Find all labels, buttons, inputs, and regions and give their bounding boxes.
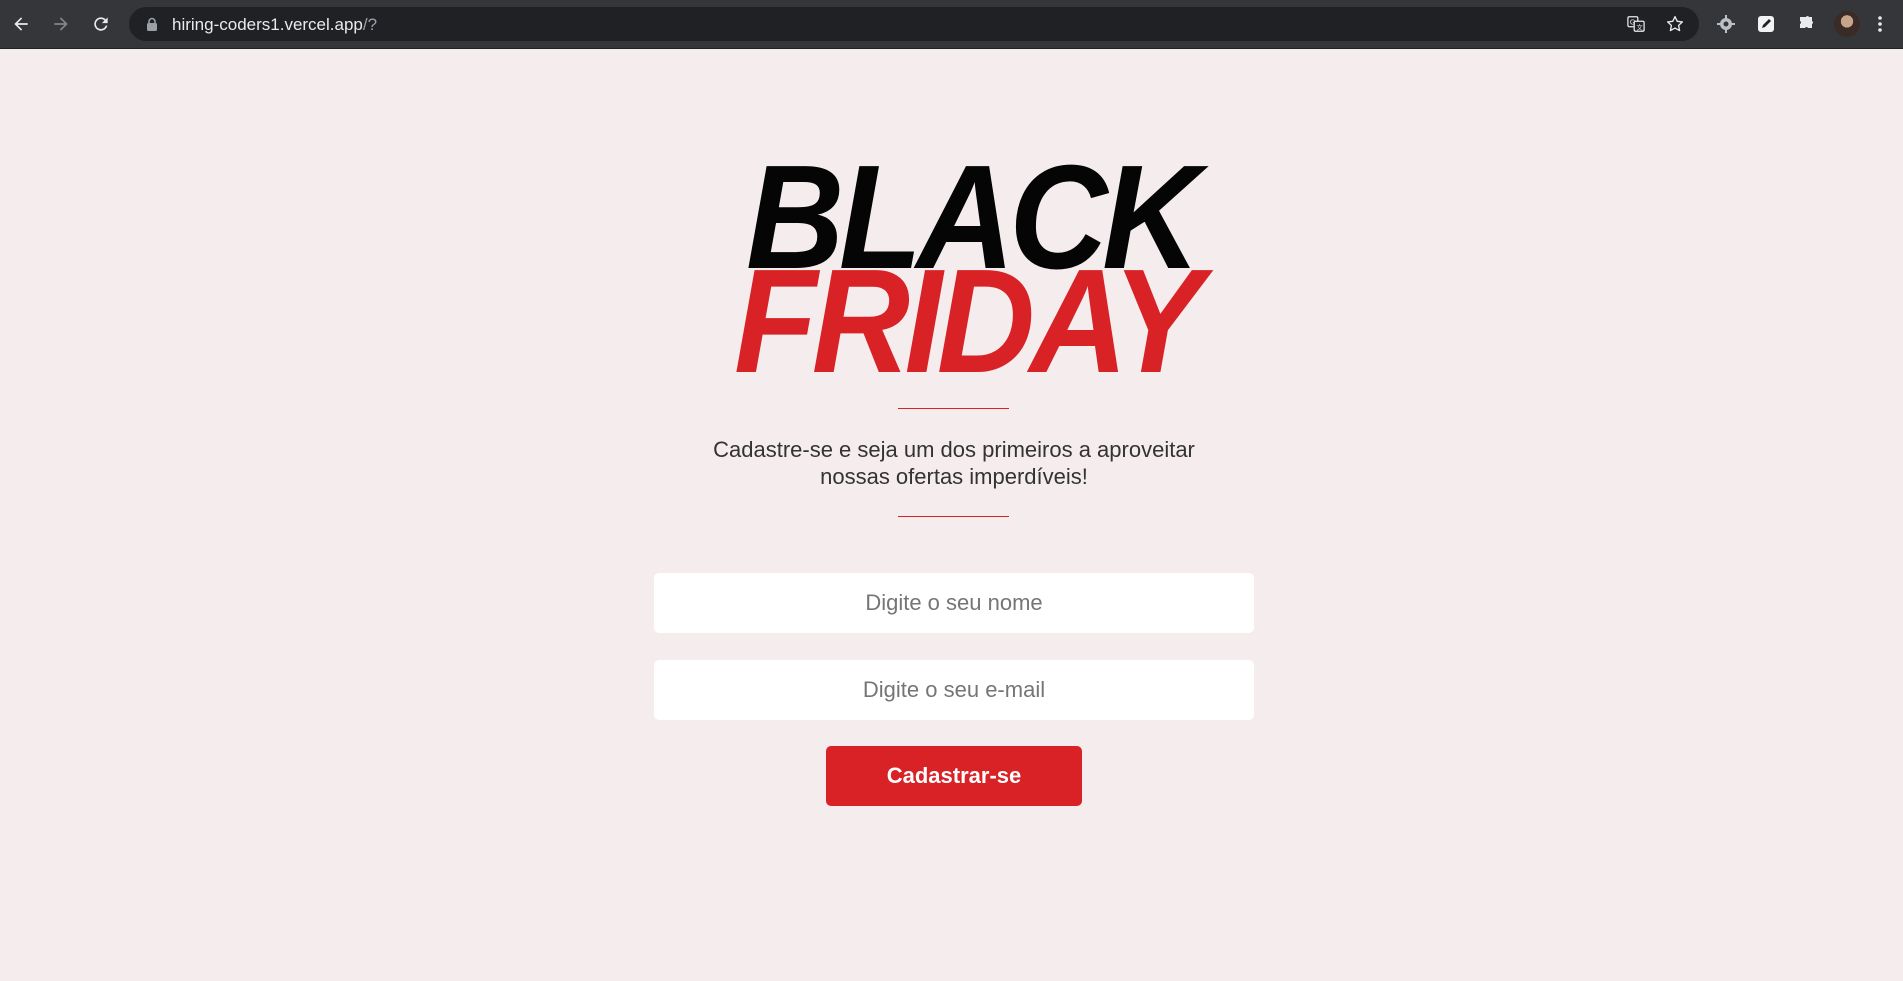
reload-icon[interactable] [88, 11, 114, 37]
email-input[interactable] [654, 660, 1254, 720]
url-text[interactable]: hiring-coders1.vercel.app/? [172, 15, 377, 35]
name-input[interactable] [654, 573, 1254, 633]
url-path: /? [362, 15, 378, 34]
gear-extension-icon[interactable] [1714, 12, 1738, 36]
kebab-menu-icon[interactable] [1873, 12, 1887, 36]
url-host: hiring-coders1.vercel.app [172, 15, 363, 34]
top-divider [898, 408, 1009, 409]
black-friday-logo: BLACK FRIDAY [700, 144, 1203, 419]
pen-extension-icon[interactable] [1754, 12, 1778, 36]
tagline: Cadastre-se e seja um dos primeiros a ap… [713, 437, 1195, 489]
address-bar[interactable]: hiring-coders1.vercel.app/? G 文 [129, 7, 1699, 41]
translate-icon[interactable]: G 文 [1626, 15, 1646, 33]
logo-friday-text: FRIDAY [734, 239, 1203, 404]
lock-icon[interactable] [145, 17, 159, 31]
star-icon[interactable] [1665, 15, 1685, 33]
bottom-divider [898, 516, 1009, 517]
forward-arrow-icon[interactable] [48, 11, 74, 37]
signup-button[interactable]: Cadastrar-se [826, 746, 1082, 806]
svg-text:文: 文 [1636, 22, 1643, 31]
puzzle-extensions-icon[interactable] [1794, 12, 1818, 36]
browser-toolbar: hiring-coders1.vercel.app/? G 文 [0, 0, 1903, 49]
back-arrow-icon[interactable] [8, 11, 34, 37]
page-content: BLACK FRIDAY Cadastre-se e seja um dos p… [0, 49, 1903, 981]
profile-avatar[interactable] [1834, 11, 1860, 37]
